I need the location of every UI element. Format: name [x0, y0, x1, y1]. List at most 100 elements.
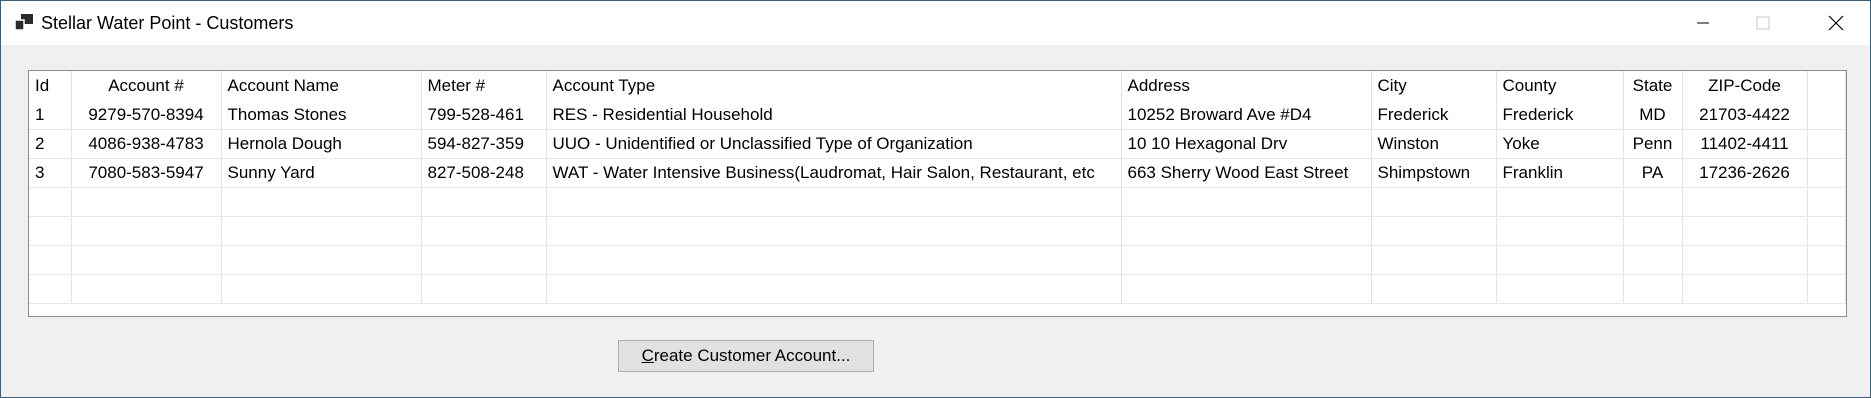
empty-cell [1371, 245, 1497, 275]
column-header-account-number[interactable]: Account # [71, 71, 222, 101]
window-title: Stellar Water Point - Customers [41, 13, 294, 33]
empty-cell [1682, 216, 1808, 246]
cell-city[interactable]: Winston [1371, 129, 1497, 159]
customers-list[interactable]: Id Account # Account Name Meter # Accoun… [28, 70, 1847, 317]
cell-zip-code[interactable]: 11402-4411 [1682, 129, 1808, 159]
empty-cell [1371, 274, 1497, 304]
column-header-state[interactable]: State [1623, 71, 1683, 101]
cell-account-name[interactable]: Hernola Dough [221, 129, 422, 159]
empty-cell [421, 274, 547, 304]
cell-id[interactable]: 3 [29, 158, 72, 188]
cell-address[interactable]: 663 Sherry Wood East Street [1121, 158, 1372, 188]
cell-city[interactable]: Shimpstown [1371, 158, 1497, 188]
cell-account-name[interactable]: Thomas Stones [221, 101, 422, 130]
close-button[interactable] [1806, 1, 1866, 45]
empty-cell [546, 216, 1122, 246]
empty-row [29, 245, 1846, 275]
column-header-id[interactable]: Id [29, 71, 72, 101]
cell-id[interactable]: 2 [29, 129, 72, 159]
cell-state[interactable]: PA [1623, 158, 1683, 188]
empty-cell [1623, 245, 1683, 275]
empty-cell [221, 274, 422, 304]
empty-cell [1121, 216, 1372, 246]
column-header-address[interactable]: Address [1121, 71, 1372, 101]
empty-cell [1807, 216, 1846, 246]
cell-account-number[interactable]: 7080-583-5947 [71, 158, 222, 188]
table-row[interactable]: 2 4086-938-4783 Hernola Dough 594-827-359 UU… [29, 129, 1846, 159]
cell-account-type[interactable]: UUO - Unidentified or Unclassified Type … [546, 129, 1122, 159]
empty-cell [1623, 216, 1683, 246]
cell-zip-code[interactable]: 17236-2626 [1682, 158, 1808, 188]
create-customer-account-button[interactable]: Create Customer Account... [618, 340, 874, 372]
empty-cell [546, 274, 1122, 304]
title-bar[interactable]: Stellar Water Point - Customers [1, 1, 1870, 45]
empty-cell [29, 216, 72, 246]
cell-meter-number[interactable]: 827-508-248 [421, 158, 547, 188]
cell-address[interactable]: 10 10 Hexagonal Drv [1121, 129, 1372, 159]
empty-cell [1682, 245, 1808, 275]
empty-cell [221, 216, 422, 246]
cell-account-name[interactable]: Sunny Yard [221, 158, 422, 188]
empty-cell [421, 187, 547, 217]
customers-table: Id Account # Account Name Meter # Accoun… [29, 71, 1846, 304]
empty-cell [1807, 187, 1846, 217]
mnemonic-letter: C [641, 346, 654, 365]
empty-cell [1623, 274, 1683, 304]
column-header-meter-number[interactable]: Meter # [421, 71, 547, 101]
empty-cell [71, 187, 222, 217]
column-header-row: Id Account # Account Name Meter # Accoun… [29, 71, 1846, 101]
column-header-county[interactable]: County [1496, 71, 1624, 101]
cell-state[interactable]: Penn [1623, 129, 1683, 159]
cell-account-number[interactable]: 4086-938-4783 [71, 129, 222, 159]
empty-cell [421, 216, 547, 246]
empty-cell [1496, 245, 1624, 275]
cell-city[interactable]: Frederick [1371, 101, 1497, 130]
column-header-account-name[interactable]: Account Name [221, 71, 422, 101]
empty-cell [546, 187, 1122, 217]
empty-row [29, 187, 1846, 217]
cell-account-type[interactable]: WAT - Water Intensive Business(Laudromat… [546, 158, 1122, 188]
empty-cell [29, 187, 72, 217]
empty-cell [71, 245, 222, 275]
empty-cell [546, 245, 1122, 275]
empty-cell [1121, 187, 1372, 217]
cell-meter-number[interactable]: 799-528-461 [421, 101, 547, 130]
cell-meter-number[interactable]: 594-827-359 [421, 129, 547, 159]
cell-state[interactable]: MD [1623, 101, 1683, 130]
empty-cell [71, 274, 222, 304]
cell-zip-code[interactable]: 21703-4422 [1682, 101, 1808, 130]
close-icon [1828, 15, 1844, 31]
table-row[interactable]: 1 9279-570-8394 Thomas Stones 799-528-461 RE… [29, 101, 1846, 130]
empty-cell [1496, 274, 1624, 304]
cell-county[interactable]: Franklin [1496, 158, 1624, 188]
empty-row [29, 274, 1846, 304]
minimize-icon [1697, 22, 1709, 24]
maximize-button[interactable] [1733, 1, 1793, 45]
cell-account-number[interactable]: 9279-570-8394 [71, 101, 222, 130]
cell-address[interactable]: 10252 Broward Ave #D4 [1121, 101, 1372, 130]
empty-cell [221, 245, 422, 275]
column-header-city[interactable]: City [1371, 71, 1497, 101]
table-row[interactable]: 3 7080-583-5947 Sunny Yard 827-508-248 WAT -… [29, 158, 1846, 188]
empty-cell [71, 216, 222, 246]
empty-cell [1496, 216, 1624, 246]
empty-cell [29, 274, 72, 304]
cell-filler [1807, 129, 1846, 159]
empty-cell [1682, 187, 1808, 217]
cell-county[interactable]: Yoke [1496, 129, 1624, 159]
maximize-icon [1756, 16, 1770, 30]
column-header-account-type[interactable]: Account Type [546, 71, 1122, 101]
minimize-button[interactable] [1673, 1, 1733, 45]
cell-account-type[interactable]: RES - Residential Household [546, 101, 1122, 130]
cell-county[interactable]: Frederick [1496, 101, 1624, 130]
cell-id[interactable]: 1 [29, 101, 72, 130]
empty-cell [1121, 245, 1372, 275]
empty-cell [1371, 187, 1497, 217]
empty-cell [1496, 187, 1624, 217]
app-icon [15, 14, 33, 30]
empty-cell [1371, 216, 1497, 246]
empty-cell [421, 245, 547, 275]
empty-cell [1807, 245, 1846, 275]
empty-cell [1623, 187, 1683, 217]
column-header-zip-code[interactable]: ZIP-Code [1682, 71, 1808, 101]
